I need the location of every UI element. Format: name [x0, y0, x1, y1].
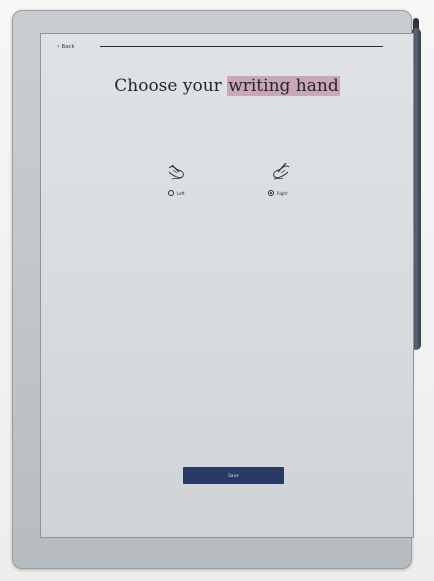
progress-line — [100, 46, 383, 47]
left-hand-writing-icon — [168, 164, 184, 180]
radio-row-right[interactable]: Right — [268, 190, 288, 196]
tablet-screen: ‹ Back Choose your writing hand Left Rig… — [40, 33, 414, 538]
title-highlight: writing hand — [227, 76, 340, 96]
radio-row-left[interactable]: Left — [168, 190, 185, 196]
back-label: Back — [61, 44, 75, 50]
radio-left-label: Left — [177, 190, 185, 196]
tablet-device: ‹ Back Choose your writing hand Left Rig… — [12, 10, 414, 569]
radio-right-label: Right — [277, 190, 288, 196]
top-bar: ‹ Back — [57, 44, 397, 54]
back-link[interactable]: ‹ Back — [57, 43, 75, 51]
option-right[interactable]: Right — [254, 158, 304, 218]
chevron-left-icon: ‹ — [57, 43, 60, 50]
page-title: Choose your writing hand — [41, 76, 413, 96]
title-prefix: Choose your — [114, 76, 228, 96]
save-button[interactable]: Save — [183, 467, 284, 484]
radio-left[interactable] — [168, 190, 174, 196]
option-left[interactable]: Left — [154, 158, 204, 218]
right-hand-writing-icon — [273, 162, 290, 180]
radio-right[interactable] — [268, 190, 274, 196]
